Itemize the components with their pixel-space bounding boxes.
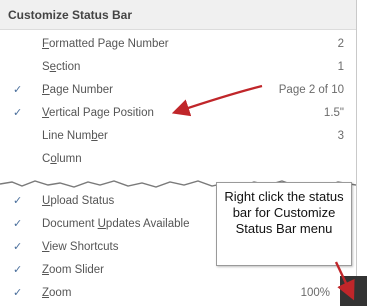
menu-item-zoom[interactable]: ✓ Zoom 100% <box>0 283 356 305</box>
menu-item-label: Section <box>42 61 81 73</box>
menu-title: Customize Status Bar <box>0 0 356 30</box>
checkmark-icon: ✓ <box>13 241 23 253</box>
menu-item-label: Line Number <box>42 130 108 142</box>
menu-item-value: 2 <box>337 38 344 50</box>
menu-item-label: Formatted Page Number <box>42 38 169 50</box>
menu-item-page-number[interactable]: ✓ Page Number Page 2 of 10 <box>0 80 356 102</box>
menu-item-value: 100% <box>300 287 330 299</box>
menu-item-value: 1 <box>337 61 344 73</box>
checkmark-icon: ✓ <box>13 84 23 96</box>
menu-item-label: Zoom Slider <box>42 264 104 276</box>
checkmark-icon: ✓ <box>13 195 23 207</box>
status-bar-corner[interactable] <box>340 276 367 306</box>
menu-item-value: Page 2 of 10 <box>278 84 344 96</box>
menu-item-value: 1.5" <box>323 107 344 119</box>
menu-item-label: Vertical Page Position <box>42 107 154 119</box>
checkmark-icon: ✓ <box>13 264 23 276</box>
checkmark-icon: ✓ <box>13 107 23 119</box>
menu-item-formatted-page-number[interactable]: Formatted Page Number 2 <box>0 34 356 56</box>
checkmark-icon: ✓ <box>13 287 23 299</box>
menu-item-label: View Shortcuts <box>42 241 119 253</box>
menu-item-line-number[interactable]: Line Number 3 <box>0 126 356 148</box>
menu-item-label: Page Number <box>42 84 113 96</box>
menu-item-vertical-page-position[interactable]: ✓ Vertical Page Position 1.5" <box>0 103 356 125</box>
menu-item-label: Upload Status <box>42 195 115 207</box>
menu-item-label: Column <box>42 153 82 165</box>
menu-item-column[interactable]: Column <box>0 149 356 171</box>
menu-item-label: Zoom <box>42 287 72 299</box>
menu-item-section[interactable]: Section 1 <box>0 57 356 79</box>
menu-item-label: Document Updates Available <box>42 218 190 230</box>
checkmark-icon: ✓ <box>13 218 23 230</box>
menu-item-value: 3 <box>337 130 344 142</box>
callout-box: Right click the status bar for Customize… <box>216 182 352 266</box>
